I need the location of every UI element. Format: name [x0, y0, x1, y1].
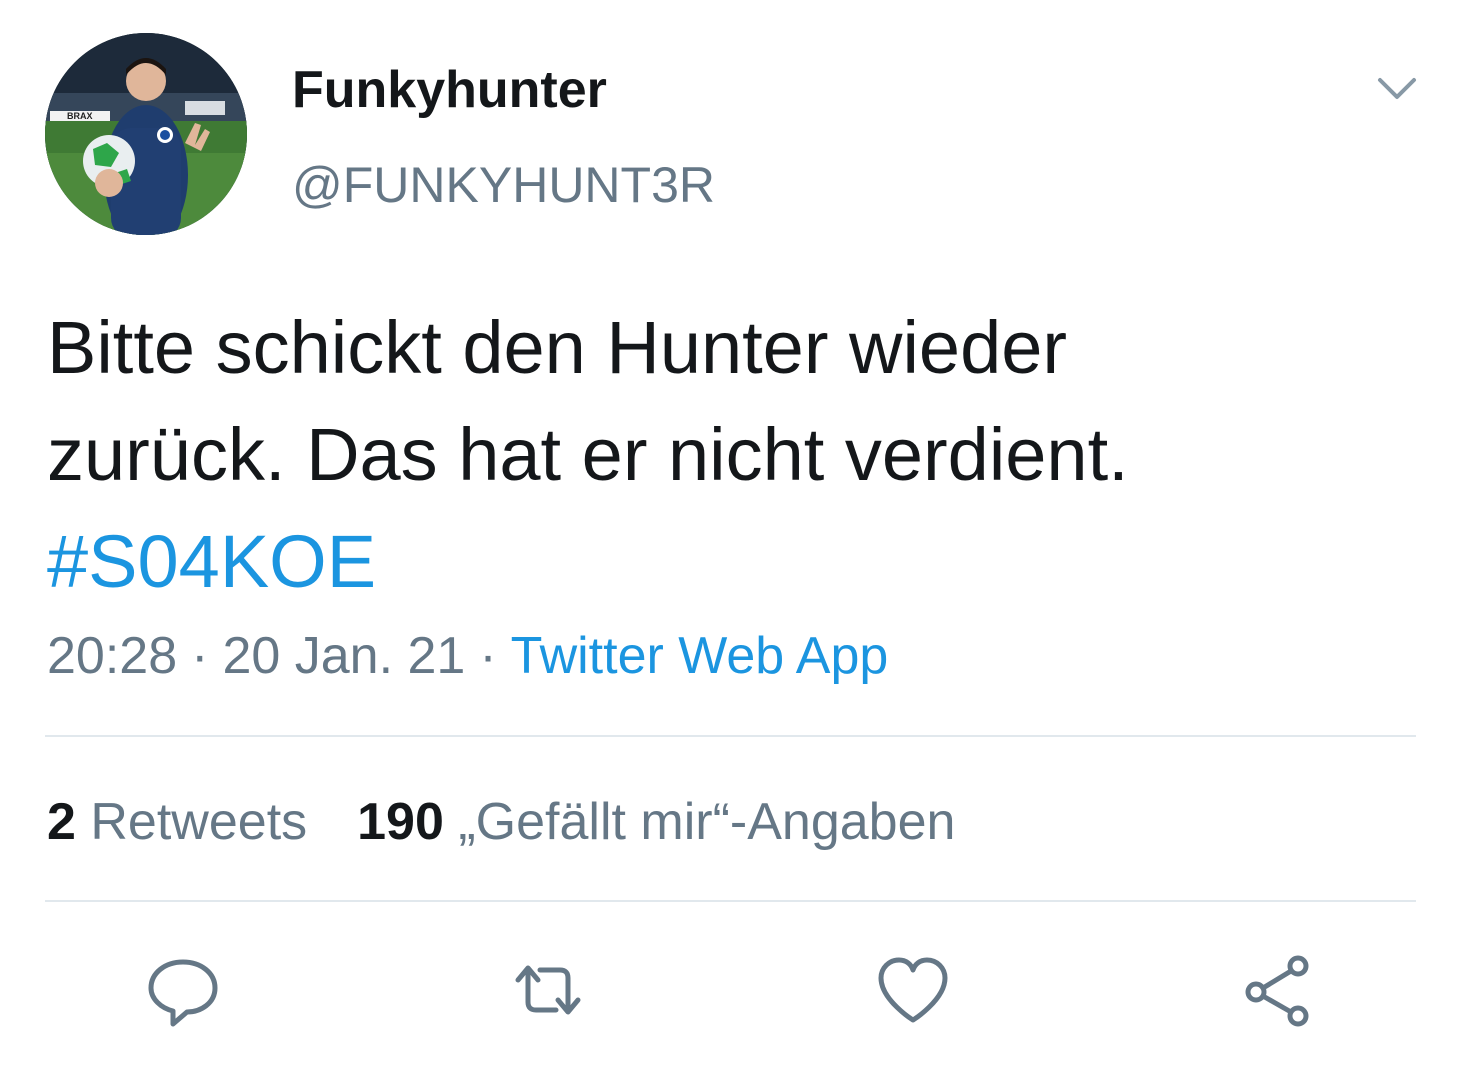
tweet-source-link[interactable]: Twitter Web App [511, 627, 889, 685]
avatar-photo: BRAX [45, 33, 247, 235]
avatar[interactable]: BRAX [45, 33, 247, 235]
divider [45, 735, 1416, 737]
chevron-down-icon[interactable] [1372, 68, 1422, 108]
tweet-date[interactable]: 20 Jan. 21 [222, 627, 465, 685]
tweet-text: Bitte schickt den Hunter wieder zurück. … [47, 294, 1427, 615]
meta-separator: · [191, 627, 209, 685]
user-handle[interactable]: @FUNKYHUNT3R [292, 156, 715, 214]
reply-icon[interactable] [143, 950, 223, 1030]
tweet-meta: 20:28 · 20 Jan. 21 · Twitter Web App [47, 624, 888, 688]
display-name[interactable]: Funkyhunter [292, 60, 607, 120]
retweets-count: 2 [47, 793, 76, 851]
likes-stat[interactable]: 190 „Gefällt mir“-Angaben [357, 793, 955, 851]
likes-count: 190 [357, 793, 444, 851]
tweet-text-line: Bitte schickt den Hunter wieder [47, 306, 1068, 389]
retweets-label: Retweets [90, 793, 308, 851]
divider [45, 900, 1416, 902]
retweet-icon[interactable] [508, 950, 588, 1030]
svg-text:BRAX: BRAX [67, 111, 93, 121]
meta-separator: · [479, 627, 497, 685]
tweet-stats: 2 Retweets 190 „Gefällt mir“-Angaben [47, 790, 955, 854]
heart-icon[interactable] [873, 950, 953, 1030]
share-icon[interactable] [1238, 950, 1318, 1030]
hashtag-link[interactable]: #S04KOE [47, 508, 1427, 615]
tweet-text-line: zurück. Das hat er nicht verdient. [47, 413, 1129, 496]
retweets-stat[interactable]: 2 Retweets [47, 793, 307, 851]
tweet-time[interactable]: 20:28 [47, 627, 177, 685]
likes-label: „Gefällt mir“-Angaben [458, 793, 956, 851]
